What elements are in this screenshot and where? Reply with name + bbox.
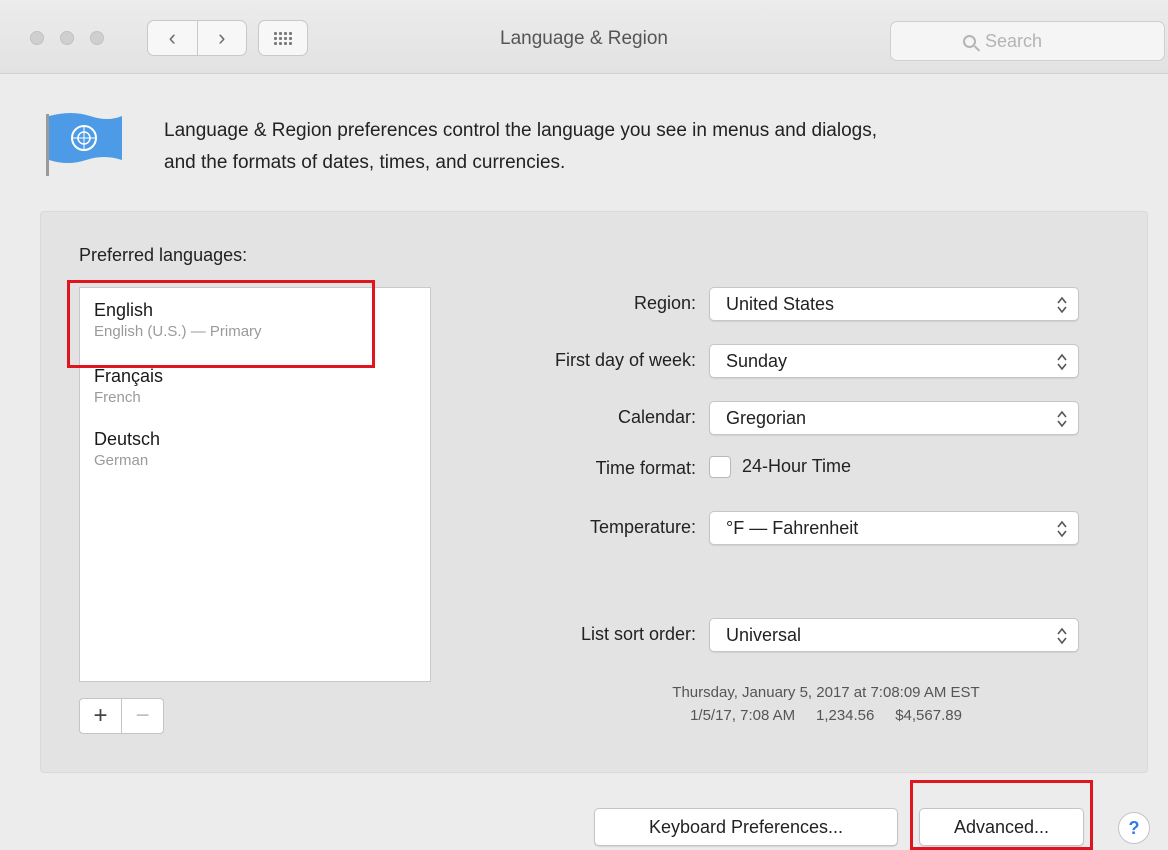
24-hour-time-label[interactable]: 24-Hour Time [742,456,851,477]
highlight-advanced-annotation [910,780,1093,850]
title-bar: ‹ › Language & Region Search [0,0,1168,74]
preferred-languages-label: Preferred languages: [79,245,248,265]
first-day-value: Sunday [726,350,788,371]
chevron-up-down-icon [1057,296,1067,314]
language-subtitle: French [94,389,141,406]
list-sort-order-popup[interactable]: Universal [709,618,1079,652]
remove-language-button[interactable]: − [121,699,163,733]
sort-order-value: Universal [726,624,802,645]
description-line-2: and the formats of dates, times, and cur… [164,152,566,173]
keyboard-preferences-button[interactable]: Keyboard Preferences... [594,808,898,846]
calendar-label: Calendar: [617,407,696,427]
region-value: United States [726,293,835,314]
calendar-popup[interactable]: Gregorian [709,401,1079,435]
calendar-value: Gregorian [726,407,807,428]
language-item-french[interactable]: Français French [94,366,163,406]
search-icon [963,34,976,48]
time-format-label: Time format: [595,458,696,478]
first-day-of-week-popup[interactable]: Sunday [709,344,1079,378]
language-name: Deutsch [94,429,161,449]
region-label: Region: [633,293,696,313]
sample-date-format: Thursday, January 5, 2017 at 7:08:09 AM … [672,684,980,701]
add-language-button[interactable]: + [80,699,121,733]
add-remove-language-control: + − [79,698,164,734]
sample-number-format: 1/5/17, 7:08 AM 1,234.56 $4,567.89 [690,707,962,724]
chevron-up-down-icon [1057,627,1067,645]
language-item-german[interactable]: Deutsch German [94,429,160,469]
description-line-1: Language & Region preferences control th… [164,120,878,141]
language-name: Français [94,366,164,386]
search-field[interactable]: Search [890,21,1165,61]
temperature-value: °F — Fahrenheit [726,517,859,538]
temperature-label: Temperature: [589,517,696,537]
language-subtitle: German [94,452,149,469]
united-nations-flag-icon [46,113,122,176]
highlight-english-annotation [67,280,375,368]
chevron-up-down-icon [1057,353,1067,371]
chevron-up-down-icon [1057,520,1067,538]
pane-description: Language & Region preferences control th… [164,115,1124,179]
first-day-of-week-label: First day of week: [554,350,696,370]
chevron-up-down-icon [1057,410,1067,428]
list-sort-order-label: List sort order: [580,624,696,644]
region-popup[interactable]: United States [709,287,1079,321]
help-button[interactable]: ? [1118,812,1150,844]
24-hour-time-checkbox[interactable] [709,456,731,478]
search-placeholder: Search [985,30,1043,51]
temperature-popup[interactable]: °F — Fahrenheit [709,511,1079,545]
